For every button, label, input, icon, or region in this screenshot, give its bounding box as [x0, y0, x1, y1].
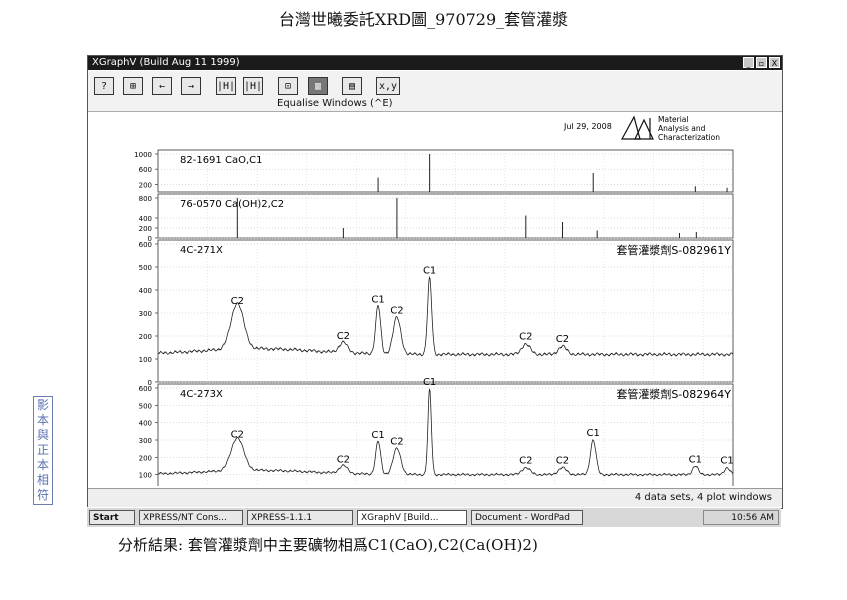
status-text: 4 data sets, 4 plot windows [634, 492, 772, 503]
certification-stamp: 影本與正本相符 [33, 396, 53, 505]
y-tick-label: 600 [139, 166, 152, 174]
toolbar: ? ⊞ ← → |H| |H| ⊡ ▥ ▤ x,y Equalise Windo… [88, 71, 782, 112]
diffraction-pattern-line [157, 275, 734, 358]
peak-label: C1 [587, 428, 600, 439]
peak-label: C2 [556, 334, 569, 345]
layout-button[interactable]: ▤ [342, 77, 362, 95]
window-controls: _ ▫ X [743, 57, 780, 68]
y-tick-label: 200 [139, 454, 152, 462]
close-button[interactable]: X [769, 57, 780, 68]
peak-label: C2 [390, 305, 403, 316]
y-tick-label: 800 [139, 195, 152, 203]
diffraction-pattern-line [157, 388, 734, 477]
task-xgraphv[interactable]: XGraphV [Build... [357, 510, 467, 525]
y-tick-label: 600 [139, 385, 152, 393]
y-tick-label: 300 [139, 437, 152, 445]
peak-label: C1 [423, 377, 436, 388]
minimize-button[interactable]: _ [743, 57, 754, 68]
panel-label: 4C-271X [180, 245, 223, 256]
peak-label: C1 [371, 430, 384, 441]
y-tick-label: 100 [139, 356, 152, 364]
panel-label: 4C-273X [180, 389, 223, 400]
peak-label: C2 [519, 455, 532, 466]
y-tick-label: 200 [139, 333, 152, 341]
zoom-x-out-button[interactable]: |H| [243, 77, 263, 95]
y-tick-label: 500 [139, 402, 152, 410]
equalise-windows-button[interactable]: ▥ [308, 77, 328, 95]
task-label: XPRESS/NT Cons... [143, 513, 227, 523]
y-tick-label: 300 [139, 310, 152, 318]
plot-background [88, 112, 782, 486]
zoom-x-in-button[interactable]: |H| [216, 77, 236, 95]
logo-line-1: Material [658, 115, 688, 124]
peak-label: C2 [519, 332, 532, 343]
y-tick-label: 600 [139, 241, 152, 249]
y-tick-label: 400 [139, 420, 152, 428]
task-label: XGraphV [Build... [361, 513, 439, 523]
toolbar-tooltip: Equalise Windows (^E) [277, 98, 393, 109]
peak-label: C2 [337, 454, 350, 465]
back-button[interactable]: ← [152, 77, 172, 95]
sample-label: 套管灌漿劑S-082961Y [616, 243, 731, 257]
y-tick-label: 500 [139, 264, 152, 272]
task-wordpad[interactable]: Document - WordPad [471, 510, 583, 525]
peak-label: C1 [371, 294, 384, 305]
y-tick-label: 1000 [134, 151, 152, 159]
stamp-text: 影本與正本相符 [36, 398, 49, 502]
window-title: XGraphV (Build Aug 11 1999) [92, 57, 240, 68]
xrd-chart: Jul 29, 2008 Material Analysis and Chara… [88, 112, 782, 509]
panel-label: 76-0570 Ca(OH)2,C2 [180, 199, 284, 210]
xgraph-window: XGraphV (Build Aug 11 1999) _ ▫ X ? ⊞ ← … [87, 55, 783, 509]
maximize-button[interactable]: ▫ [756, 57, 767, 68]
peak-label: C1 [423, 265, 436, 276]
peak-label: C2 [337, 331, 350, 342]
y-tick-label: 400 [139, 215, 152, 223]
system-tray-clock: 10:56 AM [703, 510, 779, 525]
task-label: Document - WordPad [475, 513, 570, 523]
clock-text: 10:56 AM [731, 513, 774, 523]
help-button[interactable]: ? [94, 77, 114, 95]
panel-frame [157, 239, 734, 383]
logo-line-3: Characterization [658, 133, 720, 142]
panel-label: 82-1691 CaO,C1 [180, 155, 262, 166]
sample-label: 套管灌漿劑S-082964Y [616, 387, 731, 401]
xy-readout-button[interactable]: x,y [376, 77, 400, 95]
forward-button[interactable]: → [181, 77, 201, 95]
peak-label: C2 [390, 436, 403, 447]
peak-label: C2 [556, 456, 569, 467]
y-tick-label: 200 [139, 225, 152, 233]
peak-label: C1 [689, 455, 702, 466]
header-date: Jul 29, 2008 [563, 122, 612, 131]
window-grid-button[interactable]: ⊞ [123, 77, 143, 95]
start-button[interactable]: Start [89, 510, 135, 525]
status-bar: 4 data sets, 4 plot windows [88, 488, 782, 507]
peak-label: C2 [231, 296, 244, 307]
y-tick-label: 400 [139, 287, 152, 295]
plot-area: Jul 29, 2008 Material Analysis and Chara… [88, 112, 782, 509]
fit-button[interactable]: ⊡ [278, 77, 298, 95]
task-label: XPRESS-1.1.1 [251, 513, 313, 523]
task-xpress-console[interactable]: XPRESS/NT Cons... [139, 510, 243, 525]
y-tick-label: 200 [139, 181, 152, 189]
y-tick-label: 100 [139, 472, 152, 480]
mac-logo-icon [620, 115, 654, 140]
analysis-result: 分析結果: 套管灌漿劑中主要礦物相爲C1(CaO),C2(Ca(OH)2) [118, 536, 538, 554]
peak-label: C2 [231, 430, 244, 441]
taskbar: Start XPRESS/NT Cons... XPRESS-1.1.1 XGr… [87, 507, 781, 527]
window-titlebar: XGraphV (Build Aug 11 1999) _ ▫ X [88, 56, 782, 70]
page-title: 台灣世曦委託XRD圖_970729_套管灌漿 [278, 10, 569, 29]
logo-line-2: Analysis and [658, 124, 706, 133]
start-label: Start [93, 513, 119, 523]
task-xpress[interactable]: XPRESS-1.1.1 [247, 510, 353, 525]
peak-label: C1 [720, 455, 733, 466]
